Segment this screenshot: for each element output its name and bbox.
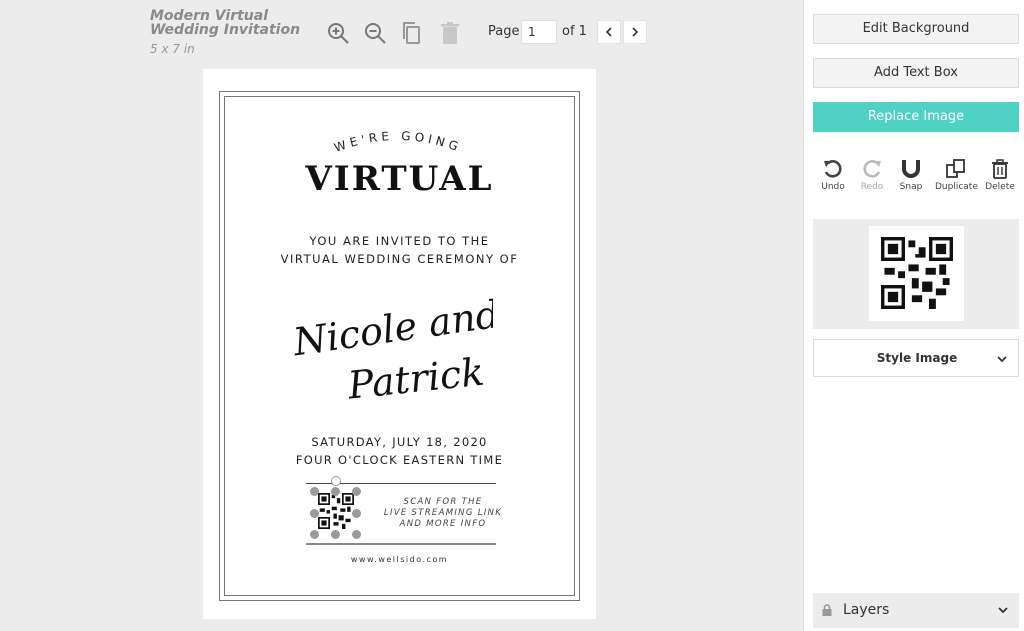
chevron-down-icon	[997, 356, 1007, 363]
copy-icon[interactable]	[398, 19, 426, 47]
undo-label: Undo	[821, 182, 845, 192]
redo-label: Redo	[860, 182, 884, 192]
headline-text[interactable]: VIRTUAL	[203, 159, 596, 199]
resize-handle-br[interactable]	[352, 530, 361, 539]
document-title: Modern Virtual Wedding Invitation	[150, 8, 301, 38]
arc-heading[interactable]: WE'RE GOING	[313, 119, 483, 159]
wedding-date[interactable]: SATURDAY, JULY 18, 2020	[203, 435, 596, 449]
edit-background-button[interactable]: Edit Background	[813, 14, 1019, 44]
lock-icon	[822, 604, 832, 616]
magnet-icon	[902, 160, 920, 178]
duplicate-button[interactable]: Duplicate	[935, 158, 978, 192]
rotate-handle[interactable]	[331, 476, 341, 486]
chevron-right-icon	[632, 27, 639, 37]
selected-qr-code[interactable]	[318, 493, 354, 529]
qr-bottom-rule	[306, 543, 496, 545]
invitation-card[interactable]: WE'RE GOING VIRTUAL YOU ARE INVITED TO T…	[203, 69, 596, 619]
add-text-box-button[interactable]: Add Text Box	[813, 58, 1019, 88]
page-number-input[interactable]	[521, 20, 557, 44]
website-text[interactable]: www.wellsido.com	[203, 555, 596, 564]
resize-handle-l[interactable]	[310, 509, 319, 518]
names-line-2: Patrick	[345, 350, 486, 408]
delete-button[interactable]: Delete	[980, 158, 1020, 192]
undo-button[interactable]: Undo	[813, 158, 853, 192]
page-count: of 1	[562, 24, 587, 39]
resize-handle-tl[interactable]	[310, 487, 319, 496]
style-image-dropdown[interactable]: Style Image	[813, 339, 1019, 377]
qr-code-preview	[881, 237, 953, 309]
zoom-in-icon[interactable]	[324, 19, 352, 47]
layers-panel-toggle[interactable]: Layers	[813, 593, 1019, 628]
chevron-down-icon	[998, 607, 1008, 614]
duplicate-label: Duplicate	[935, 182, 978, 192]
chevron-left-icon	[605, 27, 612, 37]
arc-text: WE'RE GOING	[332, 129, 459, 155]
scan-line-3[interactable]: AND MORE INFO	[353, 519, 533, 529]
redo-button[interactable]: Redo	[852, 158, 892, 192]
snap-button[interactable]: Snap	[891, 158, 931, 192]
preview-frame	[869, 226, 964, 321]
delete-icon	[992, 159, 1008, 179]
resize-handle-tr[interactable]	[352, 487, 361, 496]
page-label: Page	[488, 24, 520, 39]
duplicate-icon	[946, 159, 965, 178]
delete-label: Delete	[985, 182, 1015, 192]
image-preview	[813, 219, 1019, 329]
undo-icon	[824, 160, 842, 178]
snap-label: Snap	[899, 182, 923, 192]
properties-panel: Edit Background Add Text Box Replace Ima…	[803, 0, 1024, 631]
svg-text:WE'RE GOING: WE'RE GOING	[332, 129, 463, 155]
invite-line-1[interactable]: YOU ARE INVITED TO THE	[203, 234, 596, 248]
layers-label: Layers	[843, 602, 890, 618]
editor-workspace: Modern Virtual Wedding Invitation 5 x 7 …	[0, 0, 803, 631]
resize-handle-b[interactable]	[331, 530, 340, 539]
resize-handle-t[interactable]	[331, 487, 340, 496]
replace-image-button[interactable]: Replace Image	[813, 102, 1019, 132]
document-size: 5 x 7 in	[150, 42, 195, 56]
wedding-time[interactable]: FOUR O'CLOCK EASTERN TIME	[203, 453, 596, 467]
resize-handle-bl[interactable]	[310, 530, 319, 539]
scan-line-1[interactable]: SCAN FOR THE	[353, 497, 533, 507]
couple-names[interactable]: Nicole and Patrick	[293, 281, 493, 421]
scan-line-2[interactable]: LIVE STREAMING LINK	[353, 508, 533, 518]
invite-line-2[interactable]: VIRTUAL WEDDING CEREMONY OF	[203, 252, 596, 266]
style-image-label: Style Image	[876, 351, 958, 365]
prev-page-button[interactable]	[597, 20, 621, 44]
redo-icon	[863, 160, 881, 178]
trash-icon[interactable]	[436, 19, 464, 47]
zoom-out-icon[interactable]	[361, 19, 389, 47]
next-page-button[interactable]	[623, 20, 647, 44]
